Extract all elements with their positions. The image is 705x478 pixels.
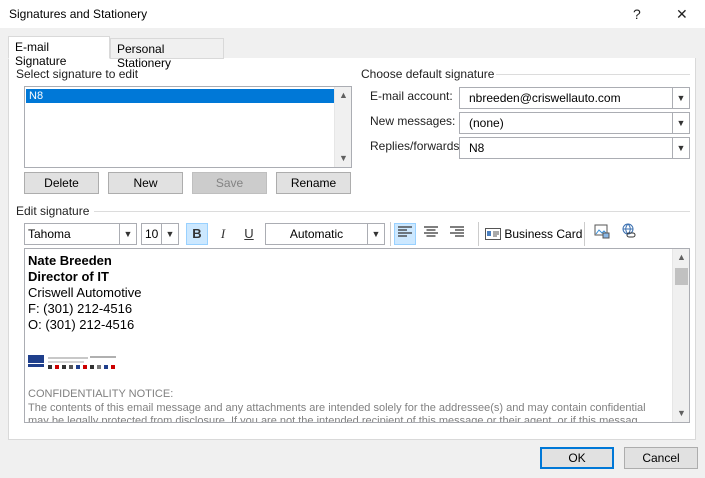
signature-list[interactable]: N8 ▲ ▼ (24, 86, 352, 168)
align-right-button[interactable] (446, 223, 468, 245)
close-button[interactable]: ✕ (676, 6, 688, 23)
ok-button-label: OK (568, 451, 586, 465)
new-messages-select[interactable]: (none) ▼ (459, 112, 690, 134)
business-card-label: Business Card (504, 227, 583, 241)
cancel-button-label: Cancel (642, 451, 680, 465)
toolbar-separator (390, 222, 391, 246)
business-card-icon (485, 228, 501, 240)
picture-icon (594, 224, 610, 239)
font-color-select[interactable]: Automatic ▼ (265, 223, 385, 245)
signature-office: O: (301) 212-4516 (28, 317, 135, 332)
bold-button[interactable]: B (186, 223, 208, 245)
rename-button[interactable]: Rename (276, 172, 351, 194)
font-select[interactable]: Tahoma ▼ (24, 223, 137, 245)
default-signature-label: Choose default signature (361, 67, 495, 81)
tab-email-signature[interactable]: E-mail Signature (8, 36, 110, 68)
hyperlink-icon (622, 223, 636, 238)
group-divider (94, 211, 690, 212)
signature-name: Nate Breeden (28, 253, 112, 268)
font-size-select[interactable]: 10 ▼ (141, 223, 179, 245)
tab-personal-stationery-label: Personal Stationery (117, 42, 172, 70)
signature-banner-image (28, 355, 120, 369)
replies-forwards-select[interactable]: N8 ▼ (459, 137, 690, 159)
delete-button-label: Delete (44, 176, 79, 190)
edit-signature-label: Edit signature (16, 204, 90, 218)
window-title: Signatures and Stationery (9, 7, 148, 21)
signature-company: Criswell Automotive (28, 285, 142, 300)
chevron-down-icon[interactable]: ▼ (672, 138, 689, 158)
insert-hyperlink-button[interactable] (617, 223, 639, 245)
email-account-value: nbreeden@criswellauto.com (469, 91, 621, 105)
align-center-button[interactable] (420, 223, 442, 245)
new-button-label: New (133, 176, 158, 190)
chevron-down-icon[interactable]: ▼ (672, 88, 689, 108)
signature-title: Director of IT (28, 269, 109, 284)
select-signature-label: Select signature to edit (16, 67, 139, 81)
insert-picture-button[interactable] (591, 223, 613, 245)
align-left-icon (398, 226, 412, 237)
font-value: Tahoma (28, 227, 71, 241)
font-size-value: 10 (145, 227, 159, 241)
email-account-select[interactable]: nbreeden@criswellauto.com ▼ (459, 87, 690, 109)
list-item[interactable]: N8 (26, 89, 334, 103)
group-divider (496, 74, 690, 75)
save-button[interactable]: Save (192, 172, 267, 194)
new-button[interactable]: New (108, 172, 183, 194)
delete-button[interactable]: Delete (24, 172, 99, 194)
align-center-icon (424, 226, 438, 237)
confidentiality-heading: CONFIDENTIALITY NOTICE: (28, 388, 174, 400)
ok-button[interactable]: OK (540, 447, 614, 469)
business-card-button[interactable]: Business Card (485, 223, 582, 245)
scroll-down-icon[interactable]: ▼ (673, 405, 689, 422)
new-messages-value: (none) (469, 116, 504, 130)
help-button[interactable]: ? (633, 6, 641, 22)
signature-fax: F: (301) 212-4516 (28, 301, 133, 316)
scrollbar-thumb[interactable] (675, 268, 688, 285)
tab-email-signature-label: E-mail Signature (15, 40, 67, 68)
scroll-up-icon[interactable]: ▲ (673, 249, 689, 266)
rename-button-label: Rename (290, 176, 337, 190)
align-left-button[interactable] (394, 223, 416, 245)
cancel-button[interactable]: Cancel (624, 447, 698, 469)
chevron-down-icon[interactable]: ▼ (161, 224, 178, 244)
editor-scrollbar[interactable]: ▲ ▼ (672, 249, 689, 422)
signature-list-scrollbar[interactable]: ▲ ▼ (334, 87, 351, 167)
scroll-down-icon[interactable]: ▼ (335, 150, 352, 167)
save-button-label: Save (215, 176, 244, 190)
replies-forwards-value: N8 (469, 141, 485, 155)
confidentiality-line-1: The contents of this email message and a… (28, 402, 646, 414)
chevron-down-icon[interactable]: ▼ (119, 224, 136, 244)
confidentiality-line-2: may be legally protected from disclosure… (28, 415, 638, 423)
email-account-label: E-mail account: (370, 89, 453, 103)
underline-button[interactable]: U (238, 223, 260, 245)
new-messages-label: New messages: (370, 114, 456, 128)
chevron-down-icon[interactable]: ▼ (672, 113, 689, 133)
signature-editor[interactable]: Nate Breeden Director of IT Criswell Aut… (24, 248, 690, 423)
toolbar-separator (478, 222, 479, 246)
align-right-icon (450, 226, 464, 237)
font-color-value: Automatic (289, 227, 344, 241)
italic-button[interactable]: I (212, 223, 234, 245)
tab-personal-stationery[interactable]: Personal Stationery (110, 38, 224, 70)
scroll-up-icon[interactable]: ▲ (335, 87, 352, 104)
toolbar-separator (584, 222, 585, 246)
chevron-down-icon[interactable]: ▼ (367, 224, 384, 244)
replies-forwards-label: Replies/forwards: (370, 139, 463, 153)
